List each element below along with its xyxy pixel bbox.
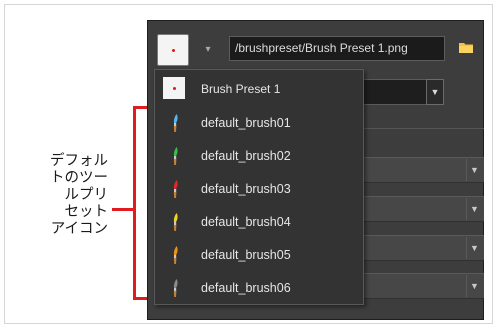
brush-icon <box>173 213 178 231</box>
brush-icon <box>173 147 178 165</box>
callout-line: アイコン <box>50 221 108 237</box>
menu-item-default-brush04[interactable]: default_brush04 <box>155 206 363 239</box>
preset-swatch-icon <box>163 77 185 99</box>
menu-item-brush-preset-1[interactable]: Brush Preset 1 <box>155 73 363 106</box>
brush-preset-menu: Brush Preset 1 default_brush01 default_b… <box>154 69 364 305</box>
combo-arrow-icon[interactable]: ▼ <box>426 79 444 105</box>
callout-line: セット <box>64 204 109 220</box>
brush-icon <box>173 279 178 297</box>
slider-arrow-icon[interactable]: ▼ <box>466 275 482 297</box>
callout-line: デフォル <box>50 153 108 169</box>
slider-arrow-icon[interactable]: ▼ <box>466 198 482 220</box>
background-combo-box[interactable]: ▼ <box>363 79 444 105</box>
menu-item-label: default_brush03 <box>201 182 291 196</box>
brush-preset-button[interactable] <box>157 34 189 66</box>
brush-icon <box>173 180 178 198</box>
menu-item-label: default_brush04 <box>201 215 291 229</box>
callout-line: ルプリ <box>64 187 109 203</box>
slider-arrow-icon[interactable]: ▼ <box>466 159 482 181</box>
menu-item-default-brush03[interactable]: default_brush03 <box>155 173 363 206</box>
menu-item-label: default_brush01 <box>201 116 291 130</box>
brush-icon <box>173 246 178 264</box>
preset-dropdown-arrow-icon[interactable]: ▾ <box>200 44 216 56</box>
callout-bracket-bottom <box>133 297 147 300</box>
menu-item-label: default_brush02 <box>201 149 291 163</box>
red-dot-icon <box>171 48 175 52</box>
callout-bracket <box>133 106 136 300</box>
slider-field-2[interactable]: ▼ <box>363 196 484 222</box>
callout-text: デフォル トのツー ルプリ セット アイコン <box>20 153 108 238</box>
preset-path-field[interactable]: /brushpreset/Brush Preset 1.png <box>229 36 445 61</box>
menu-item-label: default_brush06 <box>201 281 291 295</box>
menu-item-default-brush06[interactable]: default_brush06 <box>155 272 363 305</box>
menu-item-default-brush01[interactable]: default_brush01 <box>155 107 363 140</box>
slider-field-3[interactable]: ▼ <box>363 235 484 261</box>
menu-item-label: default_brush05 <box>201 248 291 262</box>
callout-bracket-top <box>133 106 147 109</box>
brush-icon <box>173 114 178 132</box>
slider-field-4[interactable]: ▼ <box>363 273 484 299</box>
menu-item-label: Brush Preset 1 <box>201 82 281 96</box>
panel-divider <box>363 128 484 129</box>
red-dot-icon <box>172 86 176 90</box>
callout-line: トのツー <box>50 170 108 186</box>
menu-item-default-brush05[interactable]: default_brush05 <box>155 239 363 272</box>
folder-icon[interactable] <box>458 40 474 54</box>
callout-leader-line <box>112 208 134 211</box>
slider-field-1[interactable]: ▼ <box>363 157 484 183</box>
menu-item-default-brush02[interactable]: default_brush02 <box>155 140 363 173</box>
slider-arrow-icon[interactable]: ▼ <box>466 237 482 259</box>
